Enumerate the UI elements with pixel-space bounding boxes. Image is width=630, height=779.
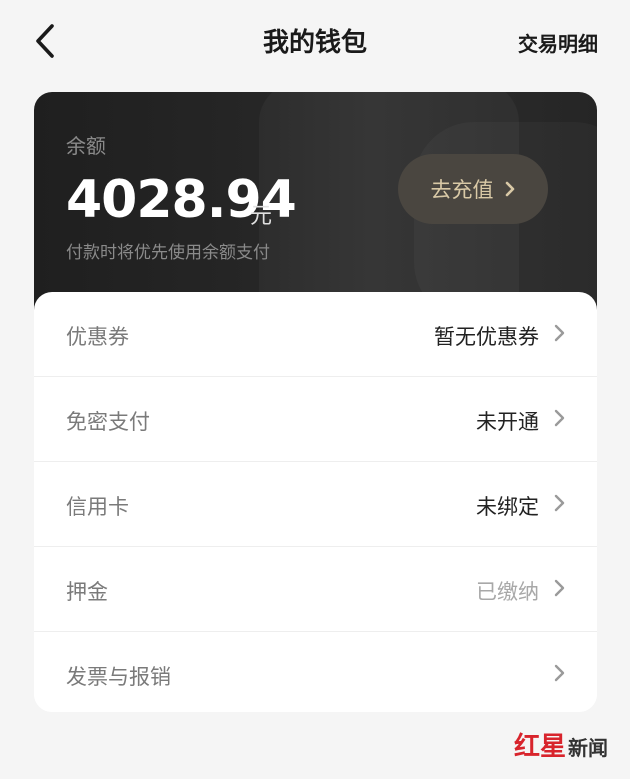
menu-item-value: 已缴纳 bbox=[476, 580, 539, 604]
balance-note: 付款时将优先使用余额支付 bbox=[66, 243, 270, 263]
topup-label: 去充值 bbox=[430, 178, 494, 202]
menu-item-label: 免密支付 bbox=[66, 410, 150, 434]
wallet-card: 余额 4028.94 元 付款时将优先使用余额支付 去充值 优惠券 暂无优惠券 … bbox=[34, 92, 597, 712]
chevron-right-icon bbox=[553, 578, 567, 598]
menu-item-value: 未开通 bbox=[476, 410, 539, 434]
balance-unit: 元 bbox=[250, 204, 273, 229]
menu-item-value: 暂无优惠券 bbox=[434, 325, 539, 349]
chevron-right-icon bbox=[553, 493, 567, 513]
topup-button[interactable]: 去充值 bbox=[398, 154, 548, 224]
wallet-menu-list: 优惠券 暂无优惠券 免密支付 未开通 信用卡 未绑定 押金 已缴纳 发票与报销 bbox=[34, 292, 597, 712]
chevron-left-icon bbox=[36, 24, 54, 58]
menu-item-credit-card[interactable]: 信用卡 未绑定 bbox=[34, 462, 597, 547]
menu-item-invoice[interactable]: 发票与报销 bbox=[34, 632, 597, 712]
menu-item-label: 押金 bbox=[66, 580, 108, 604]
balance-panel: 余额 4028.94 元 付款时将优先使用余额支付 去充值 bbox=[34, 92, 597, 314]
watermark-tail: 新闻 bbox=[568, 736, 609, 760]
menu-item-value: 未绑定 bbox=[476, 495, 539, 519]
back-button[interactable] bbox=[28, 20, 68, 62]
menu-item-label: 发票与报销 bbox=[66, 665, 171, 689]
chevron-right-icon bbox=[553, 408, 567, 428]
menu-item-deposit[interactable]: 押金 已缴纳 bbox=[34, 547, 597, 632]
watermark-brand: 红星 bbox=[514, 732, 567, 762]
chevron-right-icon bbox=[505, 181, 514, 197]
menu-item-coupons[interactable]: 优惠券 暂无优惠券 bbox=[34, 292, 597, 377]
chevron-right-icon bbox=[553, 323, 567, 343]
balance-label: 余额 bbox=[66, 134, 106, 158]
news-watermark: 红星 新闻 bbox=[514, 726, 608, 763]
menu-item-label: 信用卡 bbox=[66, 495, 129, 519]
transaction-details-link[interactable]: 交易明细 bbox=[518, 28, 598, 57]
navigation-bar: 我的钱包 交易明细 bbox=[0, 0, 630, 82]
menu-item-label: 优惠券 bbox=[66, 325, 129, 349]
chevron-right-icon bbox=[553, 663, 567, 683]
menu-item-password-free-pay[interactable]: 免密支付 未开通 bbox=[34, 377, 597, 462]
